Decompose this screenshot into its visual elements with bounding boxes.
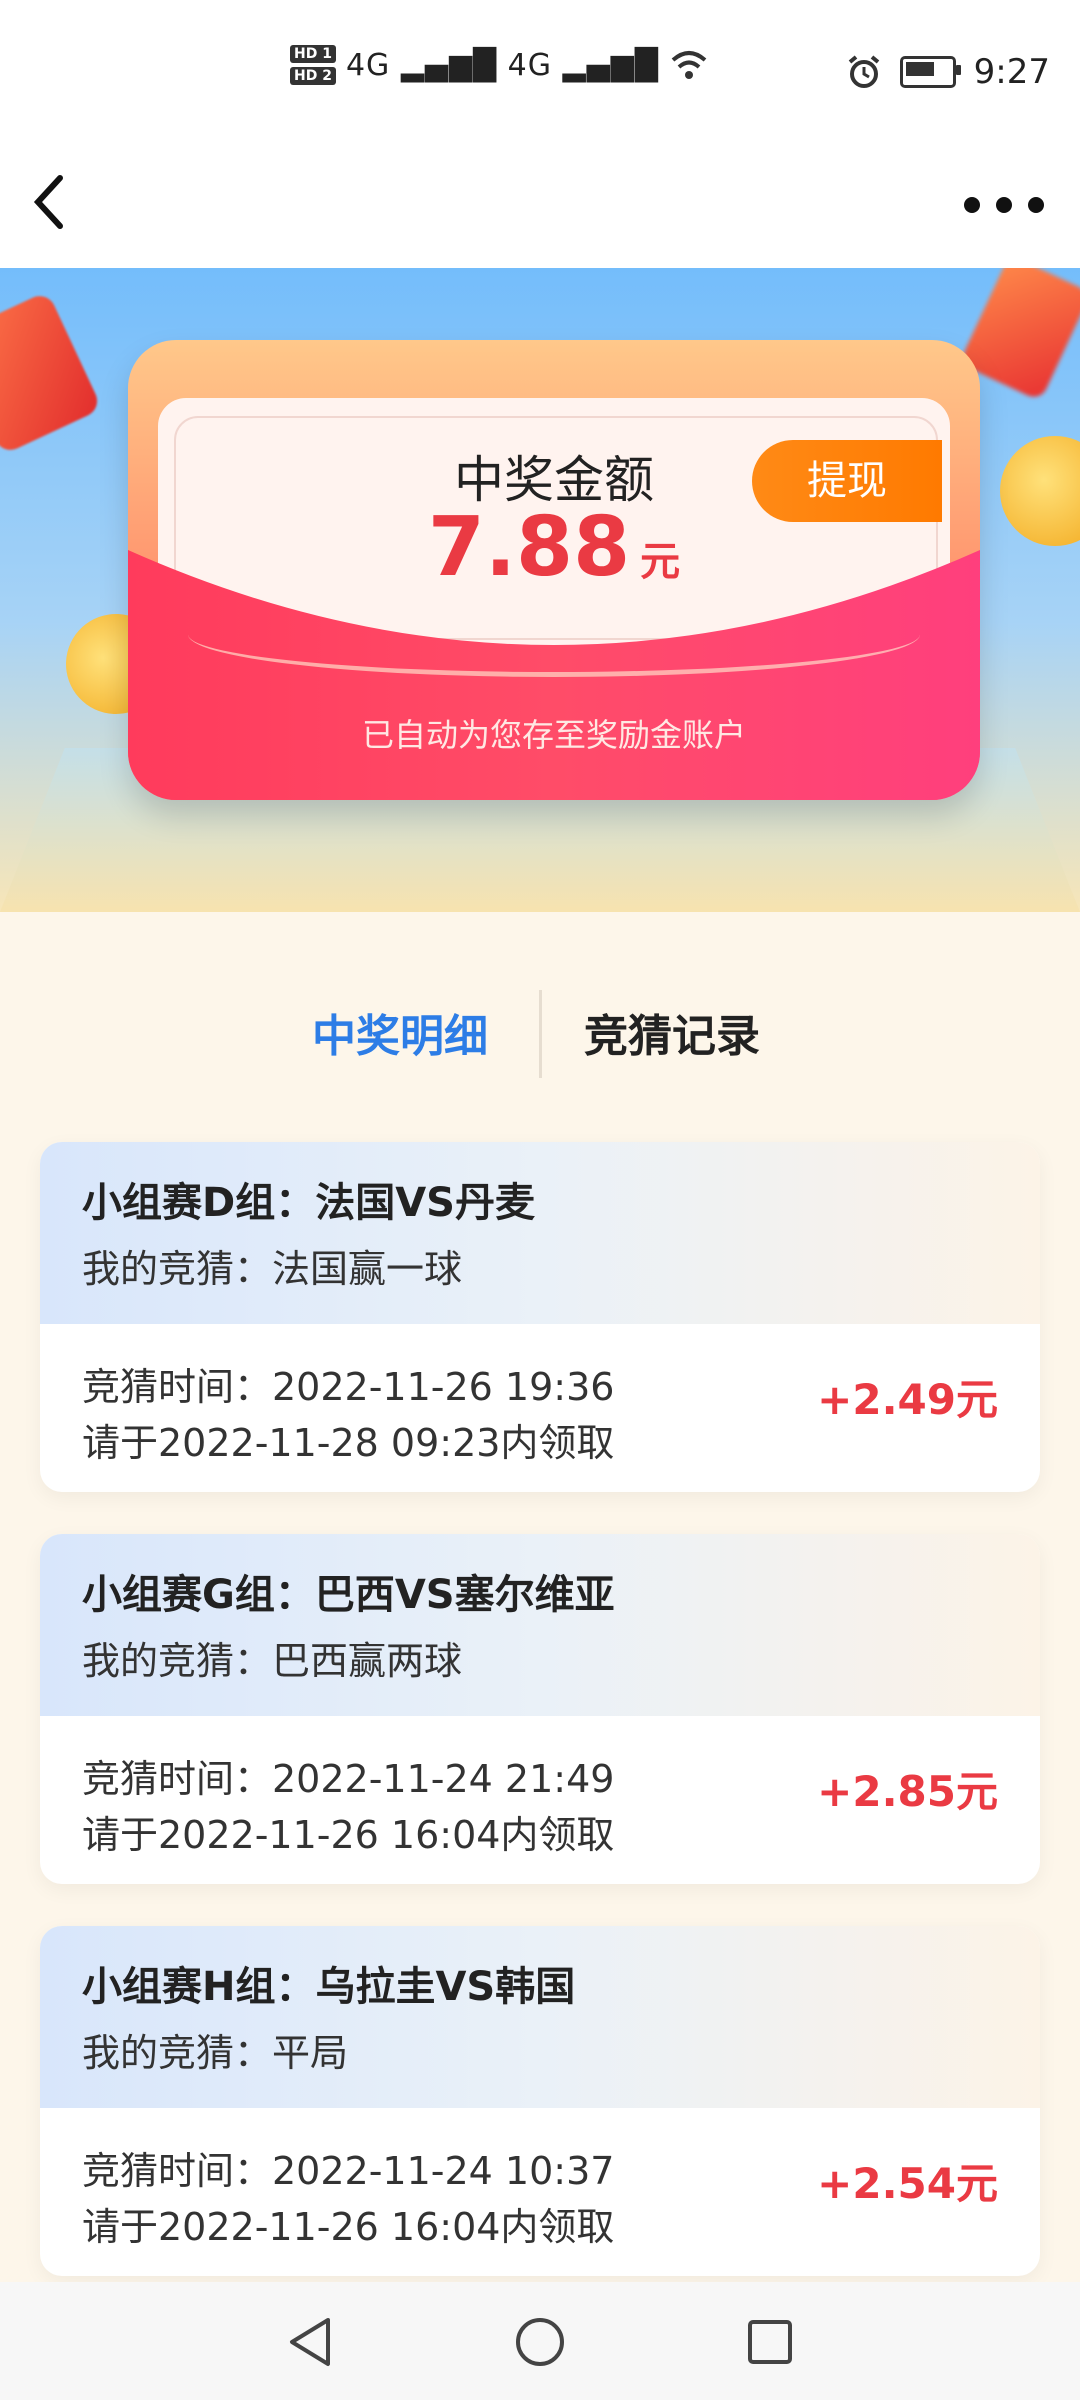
prize-note: 已自动为您存至奖励金账户 bbox=[361, 716, 746, 754]
status-bar: HD 1 HD 2 4G ▂▄▆█ 4G ▂▄▆█ 9:27 bbox=[0, 0, 1080, 150]
record-amount: +2.85元 bbox=[817, 1767, 998, 1816]
battery-icon bbox=[899, 56, 961, 88]
top-nav bbox=[0, 150, 1080, 268]
prize-record[interactable]: 小组赛D组：法国VS丹麦 我的竞猜：法国赢一球 竞猜时间：2022-11-26 … bbox=[40, 1142, 1040, 1492]
nav-recents-icon[interactable] bbox=[740, 2312, 800, 2372]
clock: 9:27 bbox=[973, 52, 1050, 92]
hd1-badge: HD 1 bbox=[290, 45, 336, 63]
nav-home-icon[interactable] bbox=[510, 2312, 570, 2372]
record-claim-deadline: 请于2022-11-28 09:23内领取 bbox=[82, 1421, 615, 1465]
system-indicators: 9:27 bbox=[846, 52, 1050, 92]
record-amount: +2.54元 bbox=[817, 2159, 998, 2208]
record-claim-deadline: 请于2022-11-26 16:04内领取 bbox=[82, 1813, 615, 1857]
back-button[interactable] bbox=[28, 172, 88, 242]
record-time: 竞猜时间：2022-11-24 21:49 bbox=[82, 1757, 615, 1801]
signal-icon: 4G ▂▄▆█ 4G ▂▄▆█ bbox=[345, 47, 659, 83]
tab-guess-records[interactable]: 竞猜记录 bbox=[584, 1000, 760, 1064]
withdraw-button[interactable]: 提现 bbox=[752, 440, 942, 522]
alarm-icon bbox=[848, 55, 879, 88]
prize-record[interactable]: 小组赛H组：乌拉圭VS韩国 我的竞猜：平局 竞猜时间：2022-11-24 10… bbox=[40, 1926, 1040, 2276]
wifi-icon bbox=[671, 51, 707, 79]
hd-icon: HD 1 HD 2 bbox=[290, 45, 336, 85]
red-envelope-decoration bbox=[0, 290, 103, 456]
nav-back-icon[interactable] bbox=[280, 2312, 340, 2372]
hd2-badge: HD 2 bbox=[290, 67, 336, 85]
coin-icon bbox=[1000, 436, 1080, 546]
prize-amount-unit: 元 bbox=[640, 539, 681, 585]
more-dots-icon bbox=[964, 197, 980, 213]
chevron-left-icon bbox=[33, 175, 63, 229]
record-time: 竞猜时间：2022-11-26 19:36 bbox=[82, 1365, 615, 1409]
record-amount: +2.49元 bbox=[817, 1375, 998, 1424]
record-guess: 我的竞猜：平局 bbox=[82, 2031, 349, 2075]
prize-card: 中奖金额 7.88 元 提现 已自动为您存至奖励金账户 bbox=[128, 340, 980, 800]
prize-record[interactable]: 小组赛G组：巴西VS塞尔维亚 我的竞猜：巴西赢两球 竞猜时间：2022-11-2… bbox=[40, 1534, 1040, 1884]
record-title: 小组赛D组：法国VS丹麦 bbox=[82, 1180, 535, 1226]
tab-divider bbox=[539, 990, 542, 1078]
prize-amount-value: 7.88 bbox=[427, 500, 631, 595]
tab-bar: 中奖明细 竞猜记录 bbox=[0, 990, 1080, 1080]
record-guess: 我的竞猜：巴西赢两球 bbox=[82, 1639, 463, 1683]
tab-prize-details[interactable]: 中奖明细 bbox=[312, 1000, 488, 1064]
record-title: 小组赛G组：巴西VS塞尔维亚 bbox=[82, 1572, 615, 1618]
record-guess: 我的竞猜：法国赢一球 bbox=[82, 1247, 463, 1291]
network-indicators: HD 1 HD 2 4G ▂▄▆█ 4G ▂▄▆█ bbox=[290, 45, 709, 85]
record-time: 竞猜时间：2022-11-24 10:37 bbox=[82, 2149, 615, 2193]
record-claim-deadline: 请于2022-11-26 16:04内领取 bbox=[82, 2205, 615, 2249]
system-nav-bar bbox=[0, 2282, 1080, 2400]
record-title: 小组赛H组：乌拉圭VS韩国 bbox=[82, 1964, 576, 2010]
more-button[interactable] bbox=[964, 180, 1044, 230]
prize-banner: 中奖金额 7.88 元 提现 已自动为您存至奖励金账户 bbox=[0, 268, 1080, 912]
